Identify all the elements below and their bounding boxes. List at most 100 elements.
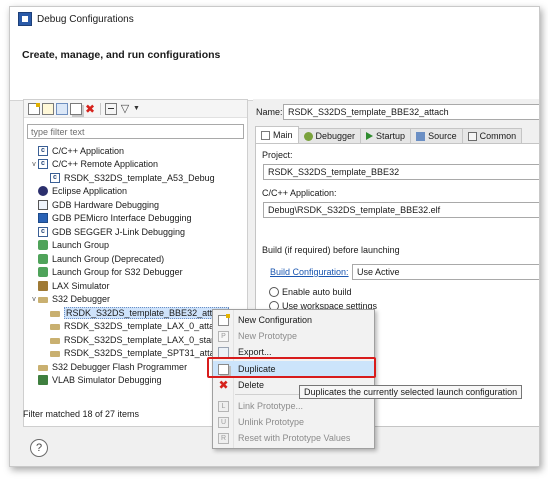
tree-item[interactable]: c C/C++ Application (24, 144, 247, 158)
name-label: Name: (256, 107, 283, 117)
menu-item-new-configuration[interactable]: New Configuration (213, 312, 374, 328)
pe-icon (38, 213, 48, 224)
tab-source[interactable]: Source (410, 128, 463, 143)
s32-debugger-icon (50, 324, 60, 331)
main-tab-icon (261, 130, 270, 140)
tree-item-label: LAX Simulator (52, 280, 110, 291)
tree-item-label: GDB PEMicro Interface Debugging (52, 213, 192, 224)
tree-toolbar: ✖ ▽ ▼ (24, 100, 247, 118)
tab-label: Debugger (315, 131, 356, 141)
project-label: Project: (262, 150, 293, 160)
s32-debugger-icon (50, 351, 60, 358)
toolbar-separator (100, 102, 101, 115)
build-configuration-link[interactable]: Build Configuration: (270, 267, 349, 277)
tree-item[interactable]: Launch Group (Deprecated) (24, 252, 247, 266)
tree-item-label: Launch Group for S32 Debugger (52, 267, 183, 278)
enable-auto-build-option[interactable]: Enable auto build (269, 287, 352, 297)
tree-item[interactable]: c GDB SEGGER J-Link Debugging (24, 225, 247, 239)
application-label: C/C++ Application: (262, 188, 337, 198)
project-field[interactable]: RSDK_S32DS_template_BBE32 (263, 164, 539, 180)
menu-item-label: Delete (238, 380, 265, 390)
new-prototype-icon[interactable] (42, 102, 54, 115)
lax-icon (38, 280, 48, 291)
s32-debugger-icon (38, 364, 48, 371)
tree-item-label: RSDK_S32DS_template_LAX_0_attach (64, 321, 224, 332)
tree-item[interactable]: Launch Group for S32 Debugger (24, 266, 247, 280)
startup-tab-icon (366, 132, 374, 140)
expand-toggle-icon[interactable]: v (30, 296, 38, 303)
new-configuration-icon (218, 313, 230, 326)
tab-startup[interactable]: Startup (360, 128, 412, 143)
tree-item[interactable]: Launch Group (24, 239, 247, 253)
link-prototype-icon: L (218, 400, 229, 412)
duplicate-icon[interactable] (70, 102, 82, 115)
menu-item-unlink-prototype: U Unlink Prototype (213, 414, 374, 430)
menu-item-label: New Prototype (238, 331, 298, 341)
s32-debugger-icon (50, 310, 60, 317)
tab-label: Common (479, 131, 517, 141)
radio-button[interactable] (269, 287, 279, 297)
tree-item[interactable]: GDB PEMicro Interface Debugging (24, 212, 247, 226)
tree-item[interactable]: v c C/C++ Remote Application (24, 158, 247, 172)
help-icon[interactable]: ? (30, 439, 48, 457)
tree-item-label: RSDK_S32DS_template_BBE32_attach (64, 306, 229, 319)
context-menu: New Configuration P New Prototype Export...… (212, 309, 375, 449)
tab-label: Source (428, 131, 457, 141)
eclipse-icon (38, 186, 48, 197)
launch-group-icon (38, 267, 48, 278)
menu-item-label: Reset with Prototype Values (238, 433, 351, 443)
source-tab-icon (416, 131, 426, 141)
window-title: Debug Configurations (37, 13, 134, 25)
tree-item[interactable]: Eclipse Application (24, 185, 247, 199)
tree-item-label: S32 Debugger (52, 294, 111, 305)
name-field[interactable]: RSDK_S32DS_template_BBE32_attach (283, 104, 539, 120)
debug-configurations-icon (18, 12, 32, 26)
title-bar: Debug Configurations (10, 7, 539, 31)
delete-icon: ✖ (218, 377, 229, 392)
editor-tabs: Main Debugger Startup Source Common (255, 126, 539, 143)
menu-item-reset-with-prototype-values: R Reset with Prototype Values (213, 430, 374, 446)
duplicate-highlight-box (207, 357, 376, 378)
c-config-icon: c (38, 226, 48, 237)
delete-icon[interactable]: ✖ (84, 103, 96, 115)
duplicate-tooltip: Duplicates the currently selected launch… (299, 385, 523, 399)
export-icon[interactable] (56, 102, 68, 115)
debugger-tab-icon (303, 131, 313, 141)
gdb-icon (38, 199, 48, 210)
tree-item[interactable]: GDB Hardware Debugging (24, 198, 247, 212)
menu-item-link-prototype: L Link Prototype... (213, 398, 374, 414)
tab-label: Startup (376, 131, 406, 141)
tree-item-label: GDB SEGGER J-Link Debugging (52, 226, 186, 237)
tree-item[interactable]: v S32 Debugger (24, 293, 247, 307)
dialog-banner: Create, manage, and run configurations (10, 31, 539, 101)
tree-item-label: Launch Group (Deprecated) (52, 253, 165, 264)
filter-input[interactable] (27, 124, 244, 139)
filter-icon[interactable]: ▽ (119, 103, 131, 115)
tree-item-label: RSDK_S32DS_template_A53_Debug (64, 172, 215, 183)
tree-item[interactable]: LAX Simulator (24, 279, 247, 293)
menu-item-label: New Configuration (238, 315, 313, 325)
collapse-all-icon[interactable] (105, 102, 117, 115)
new-launch-config-icon[interactable] (28, 102, 40, 115)
tree-item-label: Eclipse Application (52, 186, 128, 197)
vlab-icon (38, 375, 48, 386)
enable-auto-build-label: Enable auto build (282, 287, 352, 297)
launch-group-icon (38, 253, 48, 264)
tab-main[interactable]: Main (255, 126, 299, 143)
tree-item-label: RSDK_S32DS_template_SPT31_attach (64, 348, 225, 359)
reset-prototype-icon: R (218, 432, 229, 444)
view-menu-icon[interactable]: ▼ (133, 103, 141, 115)
menu-item-label: Unlink Prototype (238, 417, 305, 427)
tab-common[interactable]: Common (461, 128, 523, 143)
tree-item-label: S32 Debugger Flash Programmer (52, 361, 188, 372)
build-configuration-select[interactable]: Use Active (352, 264, 539, 280)
expand-toggle-icon[interactable]: v (30, 161, 38, 168)
banner-title: Create, manage, and run configurations (22, 49, 221, 61)
build-group-label: Build (if required) before launching (262, 245, 400, 255)
tab-debugger[interactable]: Debugger (297, 128, 362, 143)
c-config-icon: c (50, 172, 60, 183)
filter-status: Filter matched 18 of 27 items (23, 409, 140, 419)
menu-item-new-prototype: P New Prototype (213, 328, 374, 344)
tree-item[interactable]: c RSDK_S32DS_template_A53_Debug (24, 171, 247, 185)
application-field[interactable]: Debug\RSDK_S32DS_template_BBE32.elf (263, 202, 539, 218)
